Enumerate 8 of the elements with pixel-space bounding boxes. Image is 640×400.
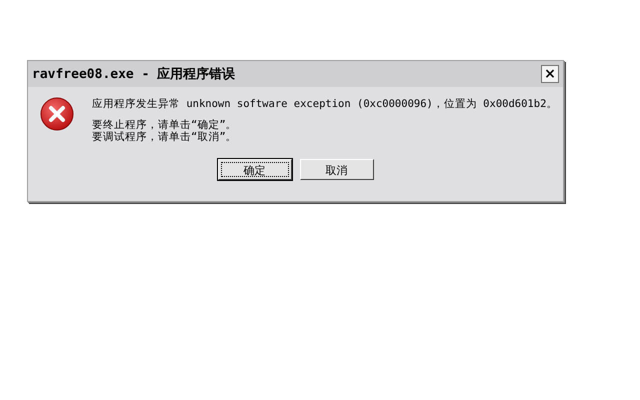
dialog-button[interactable]: 确定	[218, 159, 292, 180]
error-icon	[40, 97, 74, 131]
message-text: 要调试程序，请单击“取消”。	[92, 131, 238, 143]
message-text: 要终止程序，请单击“确定”。	[92, 119, 238, 131]
window-title: ravfree08.exe - 应用程序错误	[32, 66, 236, 83]
message-text: 应用程序发生异常 unknown software exception (0xc0000096)，位置为 0x00d601b2。	[92, 98, 558, 110]
dialog-button[interactable]: 取消	[300, 159, 374, 180]
close-button[interactable]: ×	[541, 65, 559, 83]
